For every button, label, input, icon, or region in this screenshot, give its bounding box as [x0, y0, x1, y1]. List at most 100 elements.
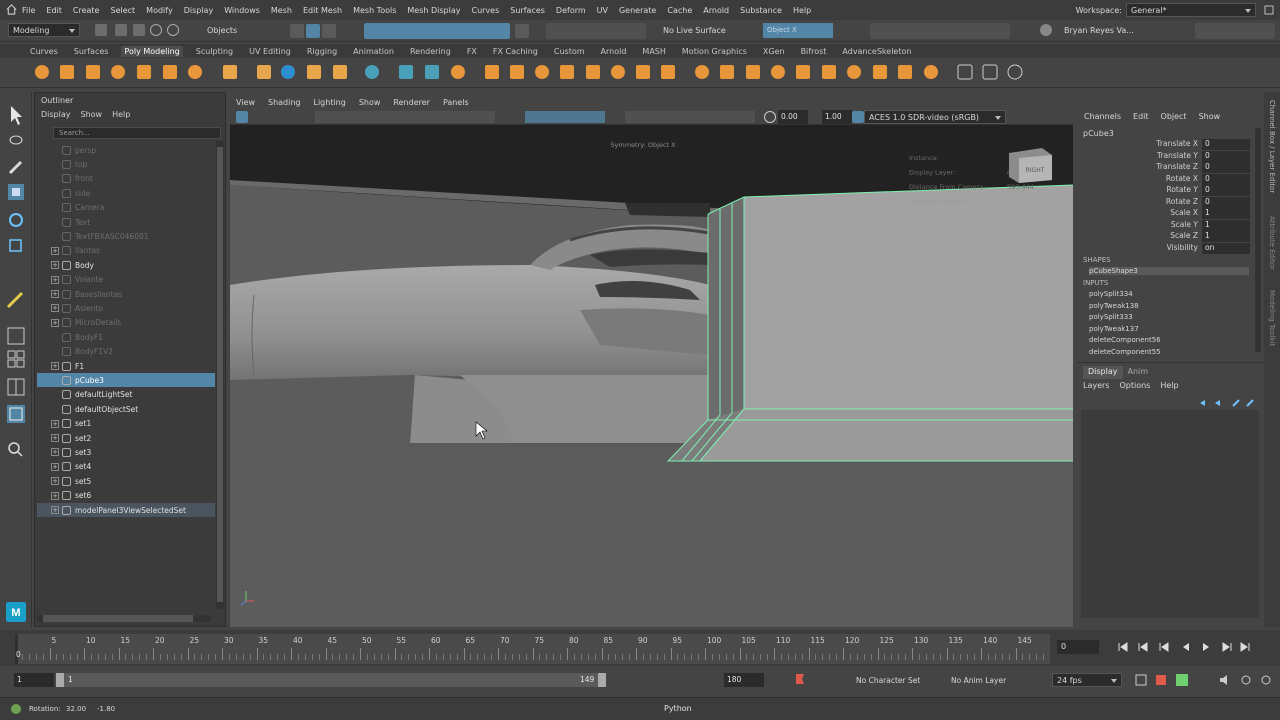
- shelf-tool-icon[interactable]: [333, 65, 347, 79]
- menu-surfaces[interactable]: Surfaces: [510, 6, 545, 15]
- input-node[interactable]: polySplit334: [1089, 290, 1133, 298]
- outliner-item[interactable]: defaultObjectSet: [37, 402, 215, 416]
- layer-menu-help[interactable]: Help: [1160, 381, 1178, 390]
- outliner-horizontal-scrollbar[interactable]: [37, 615, 211, 622]
- outliner-item[interactable]: Camera: [37, 201, 215, 215]
- outliner-item[interactable]: + Basesllantas: [37, 287, 215, 301]
- attribute-row[interactable]: Translate Z0: [1097, 162, 1252, 173]
- shelf-tool-icon[interactable]: [535, 65, 549, 79]
- color-space-dropdown[interactable]: ACES 1.0 SDR-video (sRGB): [864, 110, 1006, 124]
- menu-windows[interactable]: Windows: [224, 6, 260, 15]
- shelf-tool-icon[interactable]: [873, 65, 887, 79]
- attribute-row[interactable]: Rotate Z0: [1097, 196, 1252, 208]
- shelf-tab-sculpting[interactable]: Sculpting: [196, 47, 233, 56]
- input-node[interactable]: polyTweak138: [1089, 302, 1139, 310]
- expand-icon[interactable]: +: [51, 290, 59, 298]
- viewport-menu-panels[interactable]: Panels: [443, 98, 469, 107]
- shelf-tab-rendering[interactable]: Rendering: [410, 47, 451, 56]
- snap-icons[interactable]: [546, 23, 646, 39]
- outliner-item[interactable]: + Volante: [37, 273, 215, 287]
- attribute-row[interactable]: Scale Z1: [1097, 231, 1252, 242]
- viewport-panel[interactable]: View Shading Lighting Show Renderer Panels 0.…: [230, 95, 1073, 627]
- fps-dropdown[interactable]: 24 fps: [1052, 673, 1122, 687]
- shelf-tool-icon[interactable]: [822, 65, 836, 79]
- menu-edit-mesh[interactable]: Edit Mesh: [303, 6, 342, 15]
- attribute-name[interactable]: Translate Z: [1097, 162, 1202, 173]
- shelf-tool-icon[interactable]: [60, 65, 74, 79]
- shelf-tool-icon[interactable]: [307, 65, 321, 79]
- attribute-name[interactable]: Visibility: [1097, 243, 1202, 254]
- shelf-tool-icon[interactable]: [137, 65, 151, 79]
- menu-set-dropdown[interactable]: Modeling: [8, 23, 80, 37]
- expand-icon[interactable]: +: [51, 477, 59, 486]
- input-node[interactable]: polySplit333: [1089, 313, 1133, 321]
- menu-cache[interactable]: Cache: [667, 6, 692, 15]
- outliner-item[interactable]: persp: [37, 143, 215, 157]
- layer-action-icons[interactable]: [1197, 398, 1257, 408]
- menu-display[interactable]: Display: [184, 6, 214, 15]
- timeline-ruler[interactable]: 5 10 15 20 25 30 35 40 45 50 55 60 65 70 75 80 85 90 95 100…: [15, 634, 1050, 664]
- outliner-item[interactable]: + set2: [37, 431, 215, 445]
- shelf-tool-icon[interactable]: [771, 65, 785, 79]
- shelf-tool-icon[interactable]: [898, 65, 912, 79]
- expand-icon[interactable]: +: [51, 362, 59, 370]
- outliner-menu-help[interactable]: Help: [112, 110, 130, 119]
- attribute-value[interactable]: 1: [1202, 231, 1250, 242]
- shelf-tool-icon[interactable]: [957, 64, 973, 80]
- attribute-value[interactable]: 0: [1202, 162, 1250, 173]
- layer-tab-anim[interactable]: Anim: [1123, 366, 1154, 379]
- expand-icon[interactable]: +: [51, 246, 59, 255]
- outliner-menu-show[interactable]: Show: [81, 110, 103, 119]
- script-language-label[interactable]: Python: [664, 704, 692, 713]
- sculpt-brush-icon[interactable]: [6, 291, 24, 309]
- shelf-tab-surfaces[interactable]: Surfaces: [74, 47, 109, 56]
- user-avatar-icon[interactable]: [1040, 24, 1052, 36]
- layout-single-icon[interactable]: [7, 327, 25, 345]
- attribute-value[interactable]: 0: [1202, 173, 1250, 185]
- channel-menu-edit[interactable]: Edit: [1133, 112, 1149, 121]
- settings-icon[interactable]: [1264, 5, 1274, 15]
- outliner-item[interactable]: + Body: [37, 258, 215, 272]
- outliner-item[interactable]: + Asiento: [37, 301, 215, 315]
- attribute-row[interactable]: Translate X0: [1097, 139, 1252, 150]
- shading-mode-icons[interactable]: [525, 111, 605, 123]
- attribute-name[interactable]: Scale Y: [1097, 220, 1202, 231]
- layer-list[interactable]: [1081, 410, 1259, 618]
- undo-icon[interactable]: [150, 24, 162, 36]
- shelf-tool-icon[interactable]: [510, 65, 524, 79]
- rotate-tool-icon[interactable]: [9, 213, 23, 227]
- shelf-tab-advanceskeleton[interactable]: AdvanceSkeleton: [842, 47, 911, 56]
- menu-create[interactable]: Create: [73, 6, 100, 15]
- channel-box-icons[interactable]: [1222, 94, 1258, 106]
- viewport-menu-show[interactable]: Show: [359, 98, 381, 107]
- auto-key-icon[interactable]: [794, 672, 806, 686]
- shelf-tool-icon[interactable]: [188, 65, 202, 79]
- menu-mesh-display[interactable]: Mesh Display: [407, 6, 460, 15]
- attribute-name[interactable]: Rotate X: [1097, 174, 1202, 185]
- shelf-tool-icon[interactable]: [111, 65, 125, 79]
- selection-mask-icons[interactable]: [364, 23, 510, 39]
- attribute-name[interactable]: Translate X: [1097, 139, 1202, 150]
- attribute-value[interactable]: 1: [1202, 219, 1250, 231]
- shelf-tab-curves[interactable]: Curves: [30, 47, 58, 56]
- playback-controls[interactable]: [1115, 640, 1255, 654]
- command-input[interactable]: [692, 702, 1272, 717]
- attribute-name[interactable]: Scale Z: [1097, 231, 1202, 242]
- end-time-field[interactable]: 180: [724, 673, 764, 687]
- attribute-row[interactable]: Scale Y1: [1097, 219, 1252, 231]
- pcube3-mesh[interactable]: [666, 184, 1073, 462]
- outliner-item[interactable]: pCube3: [37, 373, 215, 388]
- outliner-item[interactable]: + set1: [37, 417, 215, 431]
- shelf-tab-animation[interactable]: Animation: [353, 47, 394, 56]
- channel-menu-channels[interactable]: Channels: [1084, 112, 1121, 121]
- render-icons[interactable]: [870, 23, 1010, 39]
- outliner-vertical-scrollbar[interactable]: [216, 141, 224, 609]
- attribute-row[interactable]: Scale X1: [1097, 208, 1252, 219]
- outliner-menu-display[interactable]: Display: [41, 110, 71, 119]
- outliner-item[interactable]: + modelPanel3ViewSelectedSet: [37, 503, 215, 517]
- shelf-tool-icon[interactable]: [257, 65, 271, 79]
- outliner-search-input[interactable]: Search...: [53, 127, 221, 139]
- menu-edit[interactable]: Edit: [46, 6, 62, 15]
- shelf-tool-icon[interactable]: [425, 65, 439, 79]
- attribute-value[interactable]: 0: [1202, 185, 1250, 196]
